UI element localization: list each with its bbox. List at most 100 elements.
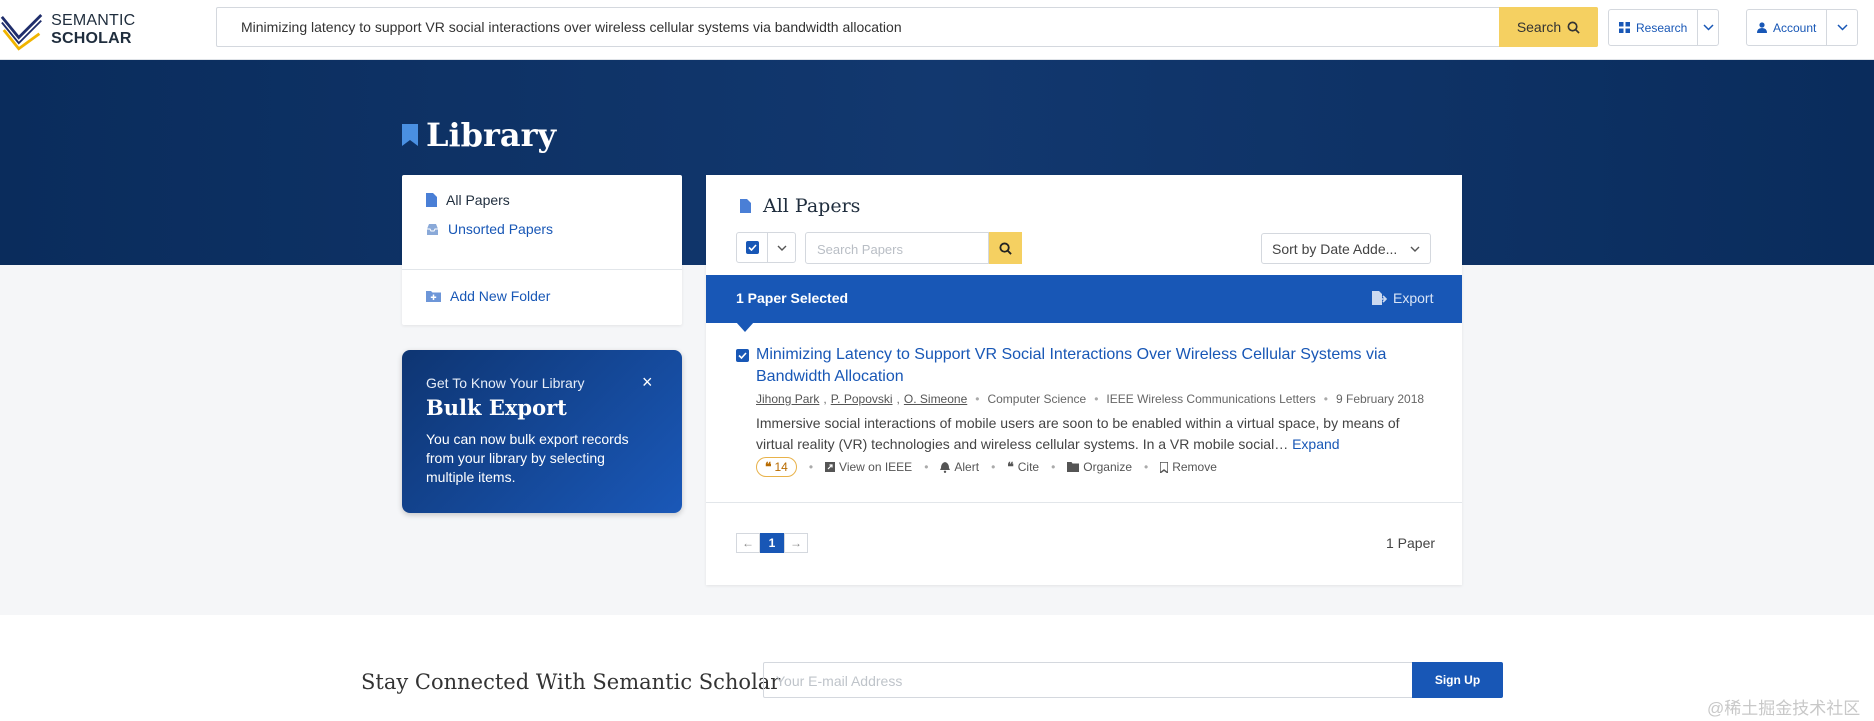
chevron-down-icon: [1837, 24, 1848, 31]
grid-icon: [1619, 22, 1630, 33]
promo-title: Bulk Export: [426, 395, 567, 420]
select-options-dropdown[interactable]: [768, 233, 795, 262]
view-on-ieee-button[interactable]: View on IEEE: [825, 460, 912, 474]
page-title-text: Library: [426, 116, 557, 154]
logo-mark-icon: [0, 14, 43, 51]
sort-select-value: Sort by Date Adde...: [1272, 240, 1398, 257]
chevron-down-icon: [777, 245, 786, 251]
search-icon: [1567, 21, 1580, 34]
bell-icon: [940, 461, 951, 473]
paper-meta: Jihong Park, P. Popovski, O. Simeone • C…: [756, 392, 1425, 406]
folder-icon: [1067, 462, 1080, 472]
sidebar-item-label: All Papers: [446, 192, 510, 208]
selection-pointer: [736, 322, 754, 332]
panel-title: All Papers: [740, 195, 860, 217]
author-link[interactable]: P. Popovski: [831, 392, 893, 406]
account-button[interactable]: Account: [1747, 10, 1826, 45]
paper-title-link[interactable]: Minimizing Latency to Support VR Social …: [756, 344, 1436, 388]
sidebar-item-unsorted-papers[interactable]: Unsorted Papers: [426, 221, 553, 237]
chevron-down-icon: [1410, 246, 1420, 252]
action-label: Organize: [1083, 460, 1132, 474]
panel-title-text: All Papers: [763, 195, 861, 217]
paper-total-count: 1 Paper: [1386, 535, 1436, 551]
divider: [706, 502, 1462, 503]
select-all-control: [736, 232, 796, 263]
organize-button[interactable]: Organize: [1067, 460, 1132, 474]
email-input[interactable]: Your E-mail Address: [763, 662, 1413, 698]
checkbox-checked-icon: [745, 241, 759, 254]
bulk-export-promo: Get To Know Your Library Bulk Export You…: [402, 350, 682, 513]
checkbox-checked-icon: [736, 349, 749, 362]
action-label: Remove: [1172, 460, 1217, 474]
research-menu[interactable]: Research: [1608, 9, 1719, 46]
pagination: ← 1 →: [736, 533, 808, 553]
bookmark-remove-icon: [1160, 461, 1169, 473]
search-input[interactable]: Minimizing latency to support VR social …: [216, 7, 1598, 47]
chevron-down-icon: [1703, 24, 1714, 31]
add-folder-icon: [426, 291, 441, 302]
research-button[interactable]: Research: [1609, 10, 1697, 45]
search-button-label: Search: [1516, 19, 1562, 35]
user-icon: [1757, 22, 1767, 33]
pagination-page-current[interactable]: 1: [760, 533, 784, 553]
search-papers-input[interactable]: Search Papers: [805, 232, 989, 264]
paper-field: Computer Science: [987, 392, 1087, 406]
author-link[interactable]: O. Simeone: [904, 392, 967, 406]
sidebar-item-label: Unsorted Papers: [448, 221, 554, 237]
semantic-scholar-logo[interactable]: SEMANTIC SCHOLAR: [0, 6, 210, 54]
watermark-text: @稀土掘金技术社区: [1707, 699, 1861, 718]
research-dropdown-toggle[interactable]: [1697, 10, 1718, 45]
account-dropdown-toggle[interactable]: [1826, 10, 1857, 45]
selected-count: 1 Paper Selected: [736, 290, 849, 306]
quote-icon: ❝: [765, 460, 772, 474]
citation-count: 14: [774, 460, 788, 474]
papers-panel: All Papers Search Papers Sort by Date Ad…: [706, 175, 1462, 585]
search-input-value: Minimizing latency to support VR social …: [241, 19, 902, 35]
selection-bar: 1 Paper Selected Export: [706, 275, 1462, 323]
expand-link[interactable]: Expand: [1292, 436, 1339, 452]
sign-up-button[interactable]: Sign Up: [1412, 662, 1503, 698]
author-link[interactable]: Jihong Park: [756, 392, 819, 406]
select-all-checkbox[interactable]: [737, 233, 768, 262]
export-icon: [1372, 291, 1387, 305]
external-link-icon: [825, 462, 836, 472]
document-icon: [740, 199, 751, 213]
sidebar-item-all-papers[interactable]: All Papers: [426, 192, 510, 208]
newsletter-heading: Stay Connected With Semantic Scholar: [361, 670, 781, 694]
bookmark-icon: [402, 124, 418, 146]
pagination-next[interactable]: →: [784, 533, 808, 553]
top-bar: SEMANTIC SCHOLAR Minimizing latency to s…: [0, 0, 1874, 60]
citation-count-badge[interactable]: ❝ 14: [756, 457, 797, 477]
export-label: Export: [1393, 290, 1434, 306]
search-button[interactable]: Search: [1499, 7, 1598, 47]
export-button[interactable]: Export: [1372, 290, 1433, 306]
paper-checkbox[interactable]: [736, 349, 749, 362]
alert-button[interactable]: Alert: [940, 460, 979, 474]
action-label: Cite: [1017, 460, 1040, 474]
account-menu[interactable]: Account: [1746, 9, 1858, 46]
sort-select[interactable]: Sort by Date Adde...: [1261, 233, 1431, 264]
account-label: Account: [1773, 20, 1817, 35]
add-new-folder-button[interactable]: Add New Folder: [426, 288, 550, 304]
paper-venue: IEEE Wireless Communications Letters: [1106, 392, 1316, 406]
inbox-icon: [427, 223, 438, 235]
document-icon: [426, 193, 437, 207]
add-new-folder-label: Add New Folder: [450, 288, 551, 304]
search-icon: [999, 241, 1012, 255]
page-title: Library: [402, 116, 556, 154]
cite-button[interactable]: ❝ Cite: [1007, 460, 1039, 474]
action-label: Alert: [954, 460, 980, 474]
search-papers-button[interactable]: [989, 232, 1022, 264]
action-label: View on IEEE: [839, 460, 913, 474]
paper-date: 9 February 2018: [1336, 392, 1425, 406]
library-sidebar: All Papers Unsorted Papers Add New Folde…: [402, 175, 682, 325]
pagination-prev[interactable]: ←: [736, 533, 760, 553]
logo-text: SEMANTIC SCHOLAR: [51, 12, 136, 47]
research-label: Research: [1636, 20, 1688, 35]
quote-icon: ❝: [1007, 460, 1014, 474]
paper-actions: ❝ 14 • View on IEEE • Alert • ❝ Cite • O…: [756, 457, 1217, 477]
close-icon[interactable]: ×: [642, 372, 653, 393]
footer: Stay Connected With Semantic Scholar You…: [0, 615, 1874, 721]
promo-body: You can now bulk export records from you…: [426, 431, 629, 485]
remove-button[interactable]: Remove: [1160, 460, 1217, 474]
